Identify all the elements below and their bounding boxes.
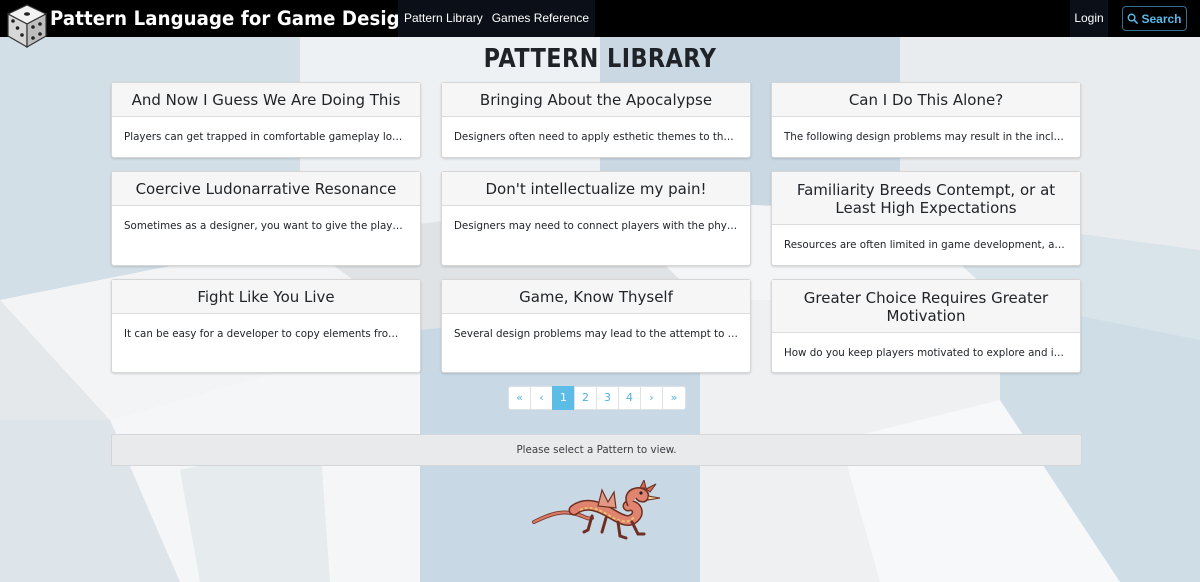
pattern-card-excerpt: Designers may need to connect players wi… [454,220,750,232]
pattern-card-excerpt: It can be easy for a developer to copy e… [124,328,420,340]
pagination-first[interactable]: « [508,386,531,410]
search-icon [1128,13,1139,24]
pattern-card[interactable]: Game, Know Thyself Several design proble… [441,279,751,373]
pagination: « ‹ 1 2 3 4 › » [508,386,686,410]
pattern-card-title: And Now I Guess We Are Doing This [112,83,420,117]
pagination-next[interactable]: › [640,386,663,410]
pattern-card-title: Greater Choice Requires Greater Motivati… [772,280,1080,333]
pattern-card[interactable]: Fight Like You Live It can be easy for a… [111,279,421,373]
pagination-page-3[interactable]: 3 [596,386,619,410]
status-message: Please select a Pattern to view. [111,434,1082,466]
nav-link-pattern-library[interactable]: Pattern Library [398,0,489,37]
pattern-card-excerpt: The following design problems may result… [784,131,1080,143]
search-button-label: Search [1141,11,1182,26]
pattern-card[interactable]: Familiarity Breeds Contempt, or at Least… [771,171,1081,266]
brand-link[interactable]: Pattern Language for Game Design [6,3,413,49]
pattern-card-title: Game, Know Thyself [442,280,750,314]
pattern-card-excerpt: Several design problems may lead to the … [454,328,750,340]
pattern-card-excerpt: Sometimes as a designer, you want to giv… [124,220,420,232]
pattern-card-title: Don't intellectualize my pain! [442,172,750,206]
pattern-card-excerpt: Resources are often limited in game deve… [784,239,1080,251]
brand-title: Pattern Language for Game Design [50,7,413,30]
pagination-prev[interactable]: ‹ [530,386,553,410]
search-button[interactable]: Search [1122,6,1187,31]
login-link[interactable]: Login [1070,0,1108,37]
nav-links: Pattern Library Games Reference [398,0,596,37]
pattern-card-excerpt: Players can get trapped in comfortable g… [124,131,420,143]
dragon-illustration [532,480,661,540]
pagination-last[interactable]: » [662,386,686,410]
pagination-page-4[interactable]: 4 [618,386,641,410]
pattern-card[interactable]: Don't intellectualize my pain! Designers… [441,171,751,266]
top-navbar: Pattern Language for Game Design Pattern… [0,0,1200,49]
pattern-card[interactable]: Bringing About the Apocalypse Designers … [441,82,751,158]
pagination-page-1[interactable]: 1 [552,386,575,410]
dice-logo-icon [6,4,48,49]
pattern-card-excerpt: How do you keep players motivated to exp… [784,347,1080,359]
pagination-page-2[interactable]: 2 [574,386,597,410]
pattern-card[interactable]: Greater Choice Requires Greater Motivati… [771,279,1081,373]
pattern-card[interactable]: Coercive Ludonarrative Resonance Sometim… [111,171,421,266]
pattern-card-title: Can I Do This Alone? [772,83,1080,117]
page-title: PATTERN LIBRARY [483,44,717,74]
pattern-card-title: Familiarity Breeds Contempt, or at Least… [772,172,1080,225]
pattern-card-title: Coercive Ludonarrative Resonance [112,172,420,206]
pattern-card-excerpt: Designers often need to apply esthetic t… [454,131,750,143]
pattern-card[interactable]: Can I Do This Alone? The following desig… [771,82,1081,158]
pattern-card-title: Fight Like You Live [112,280,420,314]
pattern-card-title: Bringing About the Apocalypse [442,83,750,117]
pattern-card[interactable]: And Now I Guess We Are Doing This Player… [111,82,421,158]
nav-link-games-reference[interactable]: Games Reference [489,0,595,37]
